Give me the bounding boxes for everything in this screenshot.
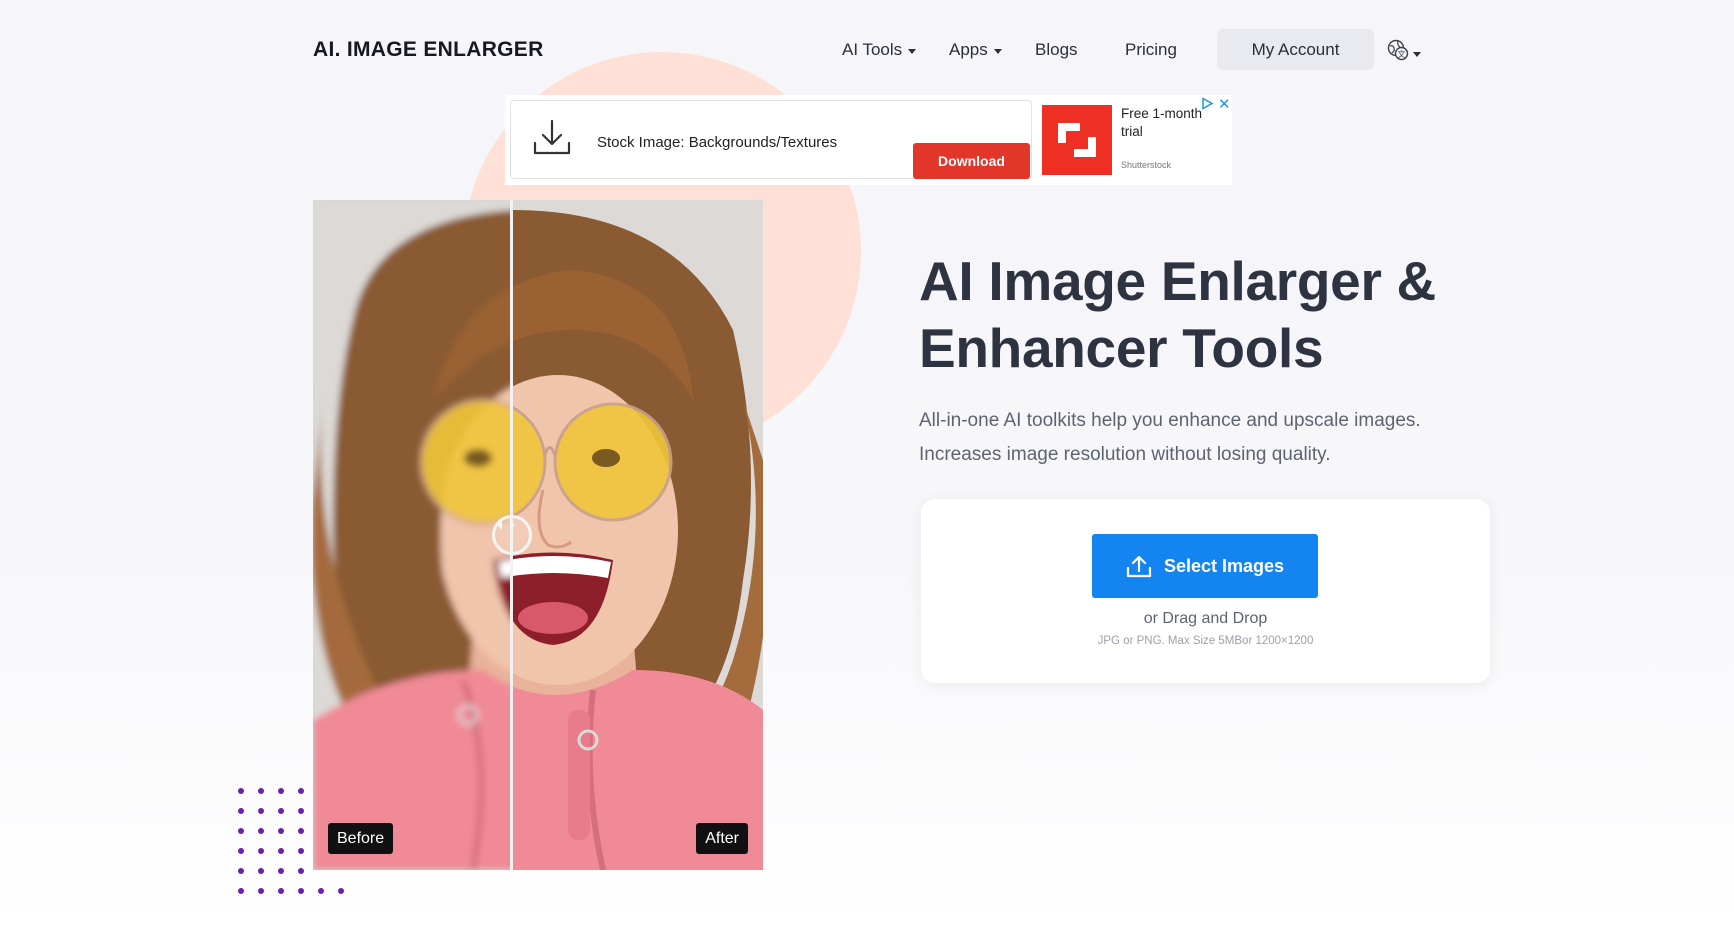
nav-blogs[interactable]: Blogs (1035, 40, 1078, 60)
dot (258, 888, 264, 894)
dot (238, 848, 244, 854)
nav-blogs-label: Blogs (1035, 40, 1078, 59)
drag-handle-icon[interactable] (492, 515, 532, 555)
dot (278, 848, 284, 854)
before-after-compare[interactable]: Before After (313, 200, 763, 870)
svg-text:文: 文 (1398, 49, 1406, 59)
drag-drop-text: or Drag and Drop (1143, 610, 1268, 627)
after-label: After (696, 823, 748, 854)
nav-pricing[interactable]: Pricing (1125, 40, 1177, 60)
language-selector[interactable]: 文 (1387, 39, 1421, 61)
nav-apps[interactable]: Apps (949, 40, 1002, 60)
arrows-left-right-icon (497, 520, 515, 530)
site-logo[interactable]: AI. IMAGE ENLARGER (313, 38, 544, 62)
dot (338, 888, 344, 894)
ad-brand: Shutterstock (1121, 160, 1172, 170)
shutterstock-logo (1042, 105, 1112, 175)
dot (278, 788, 284, 794)
nav-pricing-label: Pricing (1125, 40, 1177, 59)
dot (238, 808, 244, 814)
dot (258, 788, 264, 794)
dot (258, 828, 264, 834)
ad-download-button[interactable]: Download (913, 143, 1030, 179)
dot (298, 808, 304, 814)
language-icon: 文 (1387, 39, 1409, 61)
dot (278, 808, 284, 814)
dot (258, 808, 264, 814)
nav-apps-label: Apps (949, 40, 988, 59)
dot (278, 888, 284, 894)
dot (278, 868, 284, 874)
ad-choices-icon[interactable] (1201, 97, 1214, 110)
dot (238, 888, 244, 894)
dot (258, 848, 264, 854)
dot (258, 868, 264, 874)
upload-dropzone[interactable]: Select Images or Drag and Drop JPG or PN… (921, 499, 1490, 683)
decorative-dots (238, 788, 344, 894)
chevron-down-icon (993, 48, 1002, 54)
dot (298, 788, 304, 794)
chevron-down-icon (908, 48, 917, 54)
dot (298, 848, 304, 854)
upload-hint: JPG or PNG. Max Size 5MBor 1200×1200 (1097, 635, 1314, 647)
ad-card[interactable]: Stock Image: Backgrounds/Textures Downlo… (510, 100, 1032, 179)
ad-title: Stock Image: Backgrounds/Textures (597, 134, 838, 151)
dot (278, 828, 284, 834)
download-icon (533, 119, 571, 155)
dot (298, 828, 304, 834)
dot (238, 788, 244, 794)
ad-offer: Free 1-month trial (1121, 106, 1203, 139)
nav-ai-tools[interactable]: AI Tools (842, 40, 917, 60)
site-header: AI. IMAGE ENLARGER AI Tools Apps Blogs P… (0, 0, 1734, 100)
close-icon[interactable]: ✕ (1218, 95, 1231, 113)
page-subtitle: All-in-one AI toolkits help you enhance … (919, 410, 1421, 465)
dot (238, 828, 244, 834)
dot (238, 868, 244, 874)
page-title: AI Image Enlarger & Enhancer Tools (919, 250, 1436, 379)
chevron-down-icon (1413, 51, 1421, 57)
dot (298, 888, 304, 894)
my-account-button[interactable]: My Account (1217, 29, 1374, 70)
portrait-image (313, 200, 763, 870)
dot (298, 868, 304, 874)
nav-ai-tools-label: AI Tools (842, 40, 903, 59)
select-images-button[interactable]: Select Images (1092, 534, 1318, 598)
select-images-label: Select Images (1163, 555, 1285, 576)
advertisement[interactable]: Stock Image: Backgrounds/Textures Downlo… (505, 95, 1232, 185)
upload-icon (1126, 555, 1152, 578)
dot (318, 888, 324, 894)
